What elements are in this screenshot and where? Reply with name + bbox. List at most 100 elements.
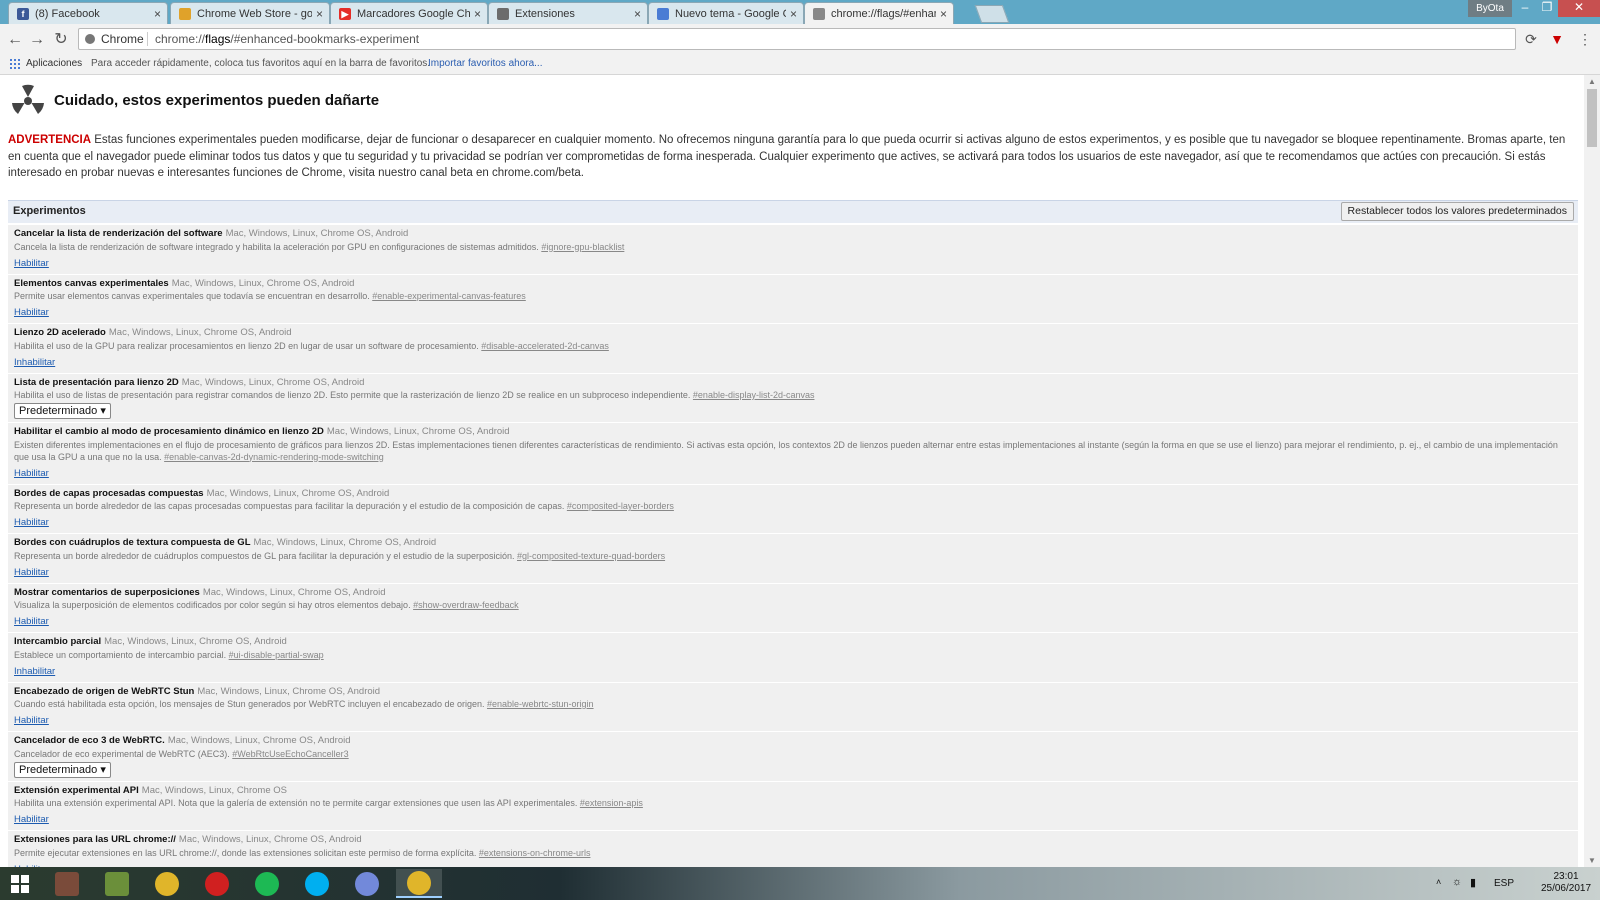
chrome-page-icon: [85, 34, 95, 44]
browser-tab[interactable]: Extensiones ×: [488, 2, 648, 24]
experiment-anchor-link[interactable]: #extensions-on-chrome-urls: [479, 848, 591, 858]
scroll-thumb[interactable]: [1587, 89, 1597, 147]
experiment-toggle-link[interactable]: Habilitar: [14, 813, 49, 826]
tab-close-icon[interactable]: ×: [634, 7, 641, 21]
tray-chevron-icon[interactable]: ˄: [1436, 877, 1441, 887]
experiment-platforms: Mac, Windows, Linux, Chrome OS, Android: [225, 228, 409, 239]
tab-close-icon[interactable]: ×: [940, 7, 947, 21]
omnibox-separator: [147, 32, 148, 46]
experiment-anchor-link[interactable]: #disable-accelerated-2d-canvas: [481, 341, 609, 351]
maximize-button[interactable]: ❐: [1536, 0, 1558, 17]
taskbar-app-button[interactable]: [44, 869, 90, 898]
new-tab-button[interactable]: [974, 5, 1010, 23]
taskbar-app-button[interactable]: [244, 869, 290, 898]
tab-close-icon[interactable]: ×: [474, 7, 481, 21]
experiment-anchor-link[interactable]: #enable-display-list-2d-canvas: [693, 390, 815, 400]
experiment-row: Encabezado de origen de WebRTC Stun Mac, …: [8, 682, 1578, 732]
minimize-button[interactable]: –: [1514, 0, 1536, 17]
experiment-toggle-link[interactable]: Habilitar: [14, 714, 49, 727]
experiment-anchor-link[interactable]: #gl-composited-texture-quad-borders: [517, 551, 665, 561]
experiment-platforms: Mac, Windows, Linux, Chrome OS, Android: [104, 636, 287, 647]
tab-close-icon[interactable]: ×: [154, 7, 161, 21]
taskbar-app-button[interactable]: [144, 869, 190, 898]
experiment-anchor-link[interactable]: #show-overdraw-feedback: [413, 600, 519, 610]
experiment-row: Extensiones para las URL chrome://Mac, W…: [8, 831, 1578, 867]
clock-time: 23:01: [1553, 871, 1579, 882]
experiment-select-value: Predeterminado: [19, 405, 98, 417]
scroll-down-icon[interactable]: ▼: [1588, 856, 1596, 865]
experiment-anchor-link[interactable]: #ignore-gpu-blacklist: [541, 242, 624, 252]
tab-close-icon[interactable]: ×: [316, 7, 323, 21]
taskbar-app-button[interactable]: [94, 869, 140, 898]
profile-button[interactable]: ByOta: [1468, 0, 1512, 17]
menu-icon[interactable]: ⋮: [1576, 30, 1594, 48]
warning-text: Estas funciones experimentales pueden mo…: [8, 134, 1566, 179]
taskbar-app-button[interactable]: [344, 869, 390, 898]
experiment-name: Lienzo 2D acelerado: [14, 327, 106, 338]
network-icon[interactable]: ☼: [1452, 876, 1462, 888]
apps-shortcut[interactable]: Aplicaciones: [26, 54, 82, 74]
experiments-title: Experimentos: [13, 205, 86, 217]
experiment-toggle-link[interactable]: Habilitar: [14, 516, 49, 529]
experiment-name: Elementos canvas experimentales: [14, 277, 169, 289]
url-text[interactable]: chrome://flags/#enhanced-bookmarks-exper…: [155, 29, 419, 49]
apps-grid-icon[interactable]: [10, 59, 20, 69]
tab-title: (8) Facebook: [35, 7, 100, 20]
experiment-row: Mostrar comentarios de superposiciones Ma…: [8, 583, 1578, 633]
scroll-up-icon[interactable]: ▲: [1588, 77, 1596, 86]
browser-tab[interactable]: chrome://flags/#enhance ×: [804, 2, 954, 25]
signal-icon[interactable]: ▮: [1470, 876, 1476, 889]
experiment-platforms: Mac, Windows, Linux, Chrome OS, Android: [181, 376, 365, 388]
experiment-select[interactable]: Predeterminado ▾: [14, 761, 111, 778]
page-scrollbar[interactable]: ▲ ▼: [1584, 75, 1600, 867]
experiment-anchor-link[interactable]: #enable-experimental-canvas-features: [372, 291, 526, 301]
browser-tab[interactable]: f (8) Facebook ×: [8, 2, 168, 24]
experiment-description-text: Establece un comportamiento de intercamb…: [14, 649, 227, 660]
browser-tab[interactable]: ▶ Marcadores Google Chro ×: [330, 2, 488, 24]
experiment-anchor-link[interactable]: #extension-apis: [580, 798, 643, 808]
import-bookmarks-link[interactable]: Importar favoritos ahora...: [428, 54, 543, 74]
youtube-extension-icon[interactable]: ▼: [1548, 30, 1566, 48]
chrome-active-icon: [407, 870, 431, 895]
reset-all-button[interactable]: Restablecer todos los valores predetermi…: [1340, 202, 1574, 221]
clock[interactable]: 23:01 25/06/2017: [1536, 871, 1596, 895]
reload-icon[interactable]: ↻: [50, 29, 72, 51]
taskbar-app-button[interactable]: [194, 869, 240, 898]
experiment-toggle-link[interactable]: Habilitar: [14, 467, 49, 480]
security-chip[interactable]: Chrome: [85, 29, 144, 49]
experiment-row: Elementos canvas experimentales Mac, Wind…: [8, 274, 1578, 324]
extension-icon[interactable]: ⟳: [1522, 30, 1540, 48]
taskbar-app-button[interactable]: [294, 869, 340, 898]
address-bar[interactable]: Chrome chrome://flags/#enhanced-bookmark…: [78, 28, 1516, 50]
experiment-toggle-link[interactable]: Inhabilitar: [14, 356, 55, 369]
experiment-description: Existen diferentes implementaciones en e…: [14, 439, 1572, 463]
experiment-select[interactable]: Predeterminado ▾: [14, 403, 111, 419]
experiment-anchor-link[interactable]: #composited-layer-borders: [567, 501, 674, 511]
tab-close-icon[interactable]: ×: [790, 7, 797, 21]
experiment-toggle-link[interactable]: Habilitar: [14, 306, 49, 319]
experiment-name: Encabezado de origen de WebRTC Stun: [14, 685, 195, 697]
back-icon[interactable]: ←: [4, 29, 26, 51]
experiment-anchor-link[interactable]: #WebRtcUseEchoCanceller3: [232, 749, 348, 759]
close-window-button[interactable]: ✕: [1558, 0, 1600, 17]
flags-page: Cuidado, estos experimentos pueden dañar…: [0, 75, 1584, 867]
experiment-toggle-link[interactable]: Habilitar: [14, 615, 49, 628]
experiment-toggle-link[interactable]: Habilitar: [14, 566, 49, 579]
experiment-name: Cancelador de eco 3 de WebRTC.: [14, 735, 165, 746]
start-button[interactable]: [0, 869, 40, 898]
experiment-toggle-link[interactable]: Habilitar: [14, 257, 49, 270]
page-title: Cuidado, estos experimentos pueden dañar…: [54, 92, 380, 109]
browser-tab[interactable]: Nuevo tema - Google Ch ×: [648, 2, 804, 24]
experiment-anchor-link[interactable]: #ui-disable-partial-swap: [229, 650, 324, 660]
experiment-row: Cancelador de eco 3 de WebRTC. Mac, Windo…: [8, 732, 1578, 782]
language-indicator[interactable]: ESP: [1494, 878, 1514, 889]
browser-tab[interactable]: Chrome Web Store - goo ×: [170, 2, 330, 24]
experiment-name: Extensión experimental API: [14, 784, 139, 796]
experiment-anchor-link[interactable]: #enable-webrtc-stun-origin: [487, 699, 594, 709]
forward-icon[interactable]: →: [26, 29, 48, 51]
experiment-platforms: Mac, Windows, Linux, Chrome OS, Android: [202, 586, 386, 598]
experiment-toggle-link[interactable]: Inhabilitar: [14, 665, 55, 678]
taskbar-app-button[interactable]: [396, 869, 442, 898]
windows-taskbar: ˄ ☼ ▮ ESP 23:01 25/06/2017: [0, 867, 1600, 900]
experiment-anchor-link[interactable]: #enable-canvas-2d-dynamic-rendering-mode…: [164, 452, 384, 462]
